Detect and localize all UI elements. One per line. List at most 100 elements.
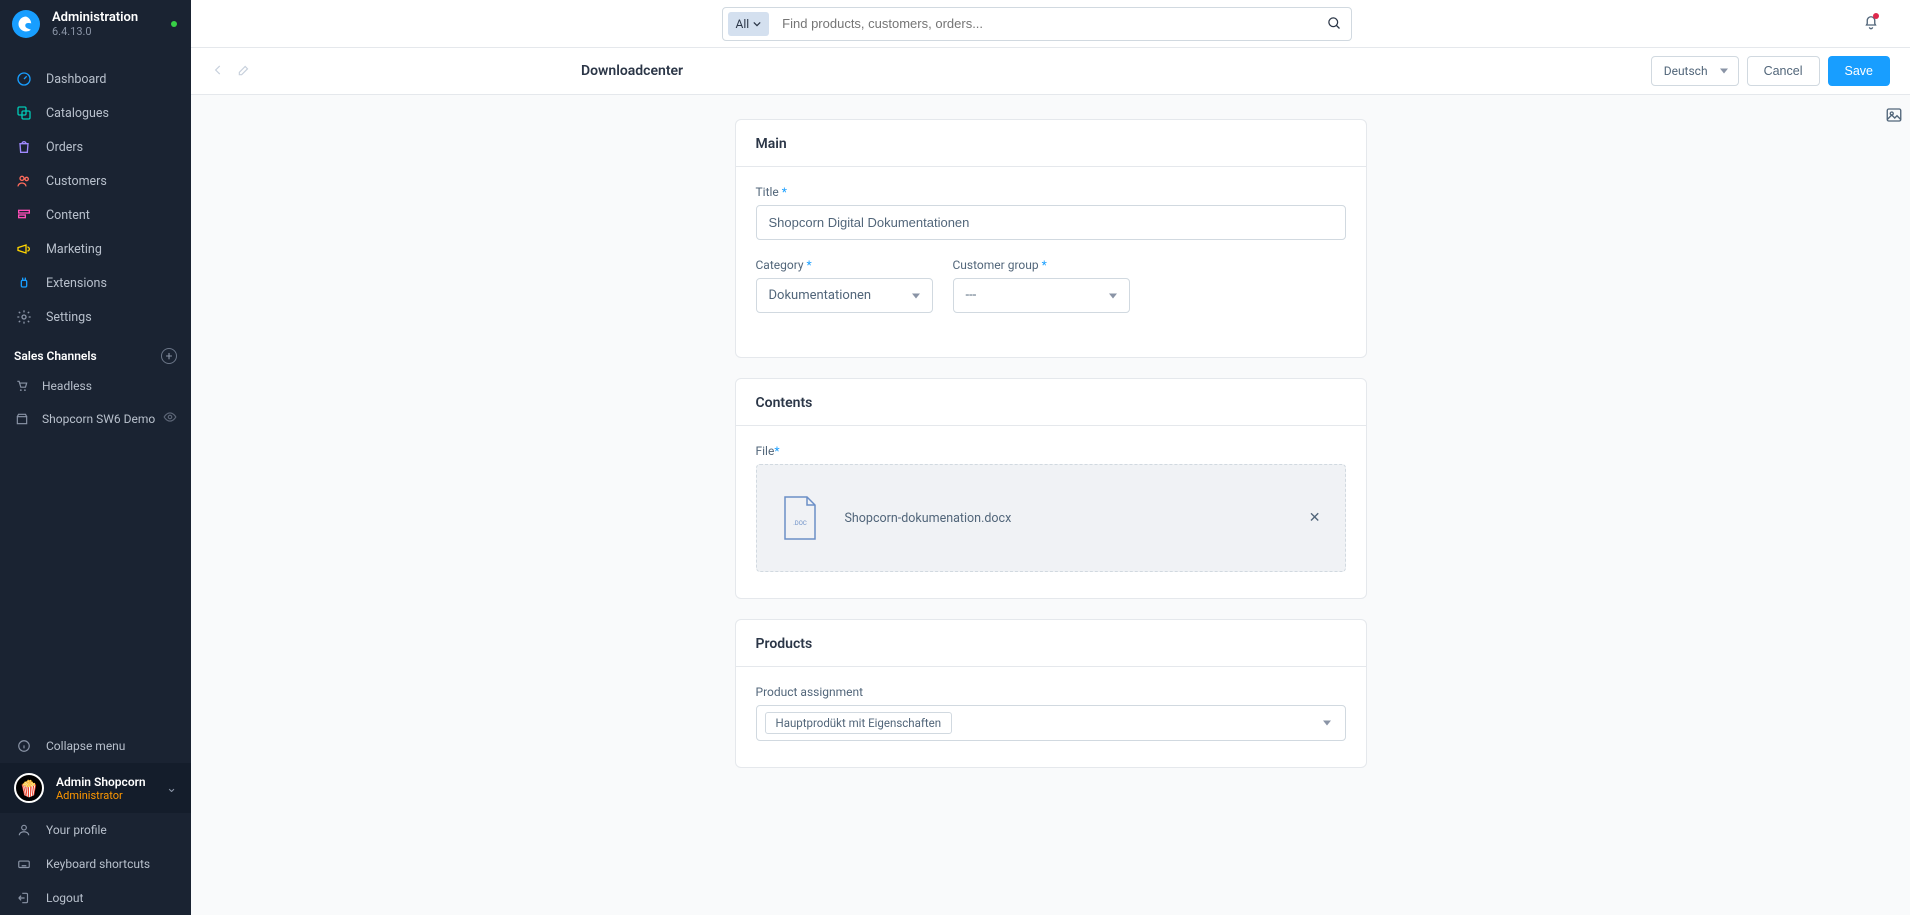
logout-link[interactable]: Logout (0, 881, 191, 915)
nav-label: Extensions (46, 276, 107, 291)
nav-label: Orders (46, 140, 83, 155)
bottom-label: Logout (46, 891, 83, 905)
main: All Downloadcenter (191, 0, 1910, 915)
bottom-label: Your profile (46, 823, 107, 837)
nav-label: Marketing (46, 242, 102, 257)
plug-icon (16, 275, 32, 291)
sidebar: Administration 6.4.13.0 Dashboard Catalo… (0, 0, 191, 915)
storefront-icon (14, 411, 30, 427)
file-remove-button[interactable]: ✕ (1309, 510, 1321, 526)
collapse-label: Collapse menu (46, 739, 125, 753)
category-label: Category * (756, 258, 933, 272)
nav-label: Customers (46, 174, 107, 189)
svg-text:.DOC: .DOC (793, 520, 807, 527)
your-profile-link[interactable]: Your profile (0, 813, 191, 847)
sidebar-title: Administration (52, 10, 138, 25)
customer-group-label: Customer group * (953, 258, 1130, 272)
notification-dot-icon (1873, 13, 1879, 19)
logout-icon (16, 890, 32, 906)
pencil-icon (237, 63, 251, 77)
keyboard-shortcuts-link[interactable]: Keyboard shortcuts (0, 847, 191, 881)
nav-label: Catalogues (46, 106, 109, 121)
info-icon (16, 738, 32, 754)
content-icon (16, 207, 32, 223)
cancel-button[interactable]: Cancel (1747, 56, 1820, 86)
sales-channel-label: Headless (42, 379, 92, 393)
card-title: Contents (736, 379, 1366, 426)
cart-icon (14, 378, 30, 394)
user-name: Admin Shopcorn (56, 775, 166, 789)
app-logo (12, 10, 40, 38)
product-assignment-label: Product assignment (756, 685, 1346, 699)
nav-dashboard[interactable]: Dashboard (0, 62, 191, 96)
sidebar-version: 6.4.13.0 (52, 25, 138, 38)
person-icon (16, 822, 32, 838)
search-icon (1327, 16, 1342, 31)
file-label: File* (756, 444, 1346, 458)
title-label: Title * (756, 185, 1346, 199)
add-channel-button[interactable]: + (161, 348, 177, 364)
shopware-icon (17, 15, 35, 33)
bag-icon (16, 139, 32, 155)
back-button[interactable] (211, 62, 225, 81)
chevron-down-icon: ⌄ (166, 781, 177, 796)
main-card: Main Title * Category * Dokumentationen … (735, 119, 1367, 358)
actionbar: Downloadcenter Deutsch Cancel Save (191, 48, 1910, 95)
page-title: Downloadcenter (581, 63, 683, 79)
bottom-label: Keyboard shortcuts (46, 857, 150, 871)
sales-channel-label: Shopcorn SW6 Demo (42, 412, 155, 426)
content-area[interactable]: Main Title * Category * Dokumentationen … (191, 95, 1910, 915)
sales-channels-header: Sales Channels + (0, 334, 191, 370)
contents-card: Contents File* .DOC Shopcorn-dokumenatio… (735, 378, 1367, 599)
notifications-button[interactable] (1862, 13, 1880, 35)
collapse-menu-button[interactable]: Collapse menu (0, 729, 191, 763)
nav-content[interactable]: Content (0, 198, 191, 232)
save-button[interactable]: Save (1828, 56, 1891, 86)
nav-label: Settings (46, 310, 92, 325)
chevron-left-icon (211, 63, 225, 77)
card-title: Products (736, 620, 1366, 667)
nav-list: Dashboard Catalogues Orders Customers Co… (0, 48, 191, 334)
product-assignment-select[interactable]: Hauptprodükt mit Eigenschaften (756, 705, 1346, 741)
products-card: Products Product assignment Hauptprodükt… (735, 619, 1367, 768)
megaphone-icon (16, 241, 32, 257)
user-role: Administrator (56, 789, 166, 802)
status-dot-icon (171, 21, 177, 27)
file-upload-zone[interactable]: .DOC Shopcorn-dokumenation.docx ✕ (756, 464, 1346, 572)
search-scope-dropdown[interactable]: All (728, 12, 770, 36)
sales-channels-title: Sales Channels (14, 349, 97, 363)
nav-settings[interactable]: Settings (0, 300, 191, 334)
sales-channel-demo[interactable]: Shopcorn SW6 Demo (0, 402, 191, 435)
global-search: All (722, 7, 1352, 41)
users-icon (16, 173, 32, 189)
media-sidebar-toggle[interactable] (1878, 95, 1910, 135)
nav-marketing[interactable]: Marketing (0, 232, 191, 266)
sales-channel-headless[interactable]: Headless (0, 370, 191, 402)
avatar: 🍿 (14, 773, 44, 803)
nav-orders[interactable]: Orders (0, 130, 191, 164)
nav-catalogues[interactable]: Catalogues (0, 96, 191, 130)
category-select[interactable]: Dokumentationen (756, 278, 933, 313)
catalog-icon (16, 105, 32, 121)
search-input[interactable] (774, 16, 1318, 31)
gauge-icon (16, 71, 32, 87)
product-tag: Hauptprodükt mit Eigenschaften (765, 712, 953, 734)
nav-label: Content (46, 208, 90, 223)
eye-icon[interactable] (163, 410, 177, 427)
nav-extensions[interactable]: Extensions (0, 266, 191, 300)
file-name: Shopcorn-dokumenation.docx (845, 511, 1309, 526)
file-doc-icon: .DOC (781, 495, 819, 541)
sidebar-header: Administration 6.4.13.0 (0, 0, 191, 48)
customer-group-select[interactable]: --- (953, 278, 1130, 313)
card-title: Main (736, 120, 1366, 167)
nav-label: Dashboard (46, 72, 106, 87)
edit-button[interactable] (237, 62, 251, 81)
gear-icon (16, 309, 32, 325)
chevron-down-icon (753, 20, 761, 28)
title-input[interactable] (756, 205, 1346, 240)
user-block[interactable]: 🍿 Admin Shopcorn Administrator ⌄ (0, 763, 191, 813)
nav-customers[interactable]: Customers (0, 164, 191, 198)
keyboard-icon (16, 856, 32, 872)
search-button[interactable] (1319, 16, 1351, 31)
language-select[interactable]: Deutsch (1651, 56, 1739, 86)
